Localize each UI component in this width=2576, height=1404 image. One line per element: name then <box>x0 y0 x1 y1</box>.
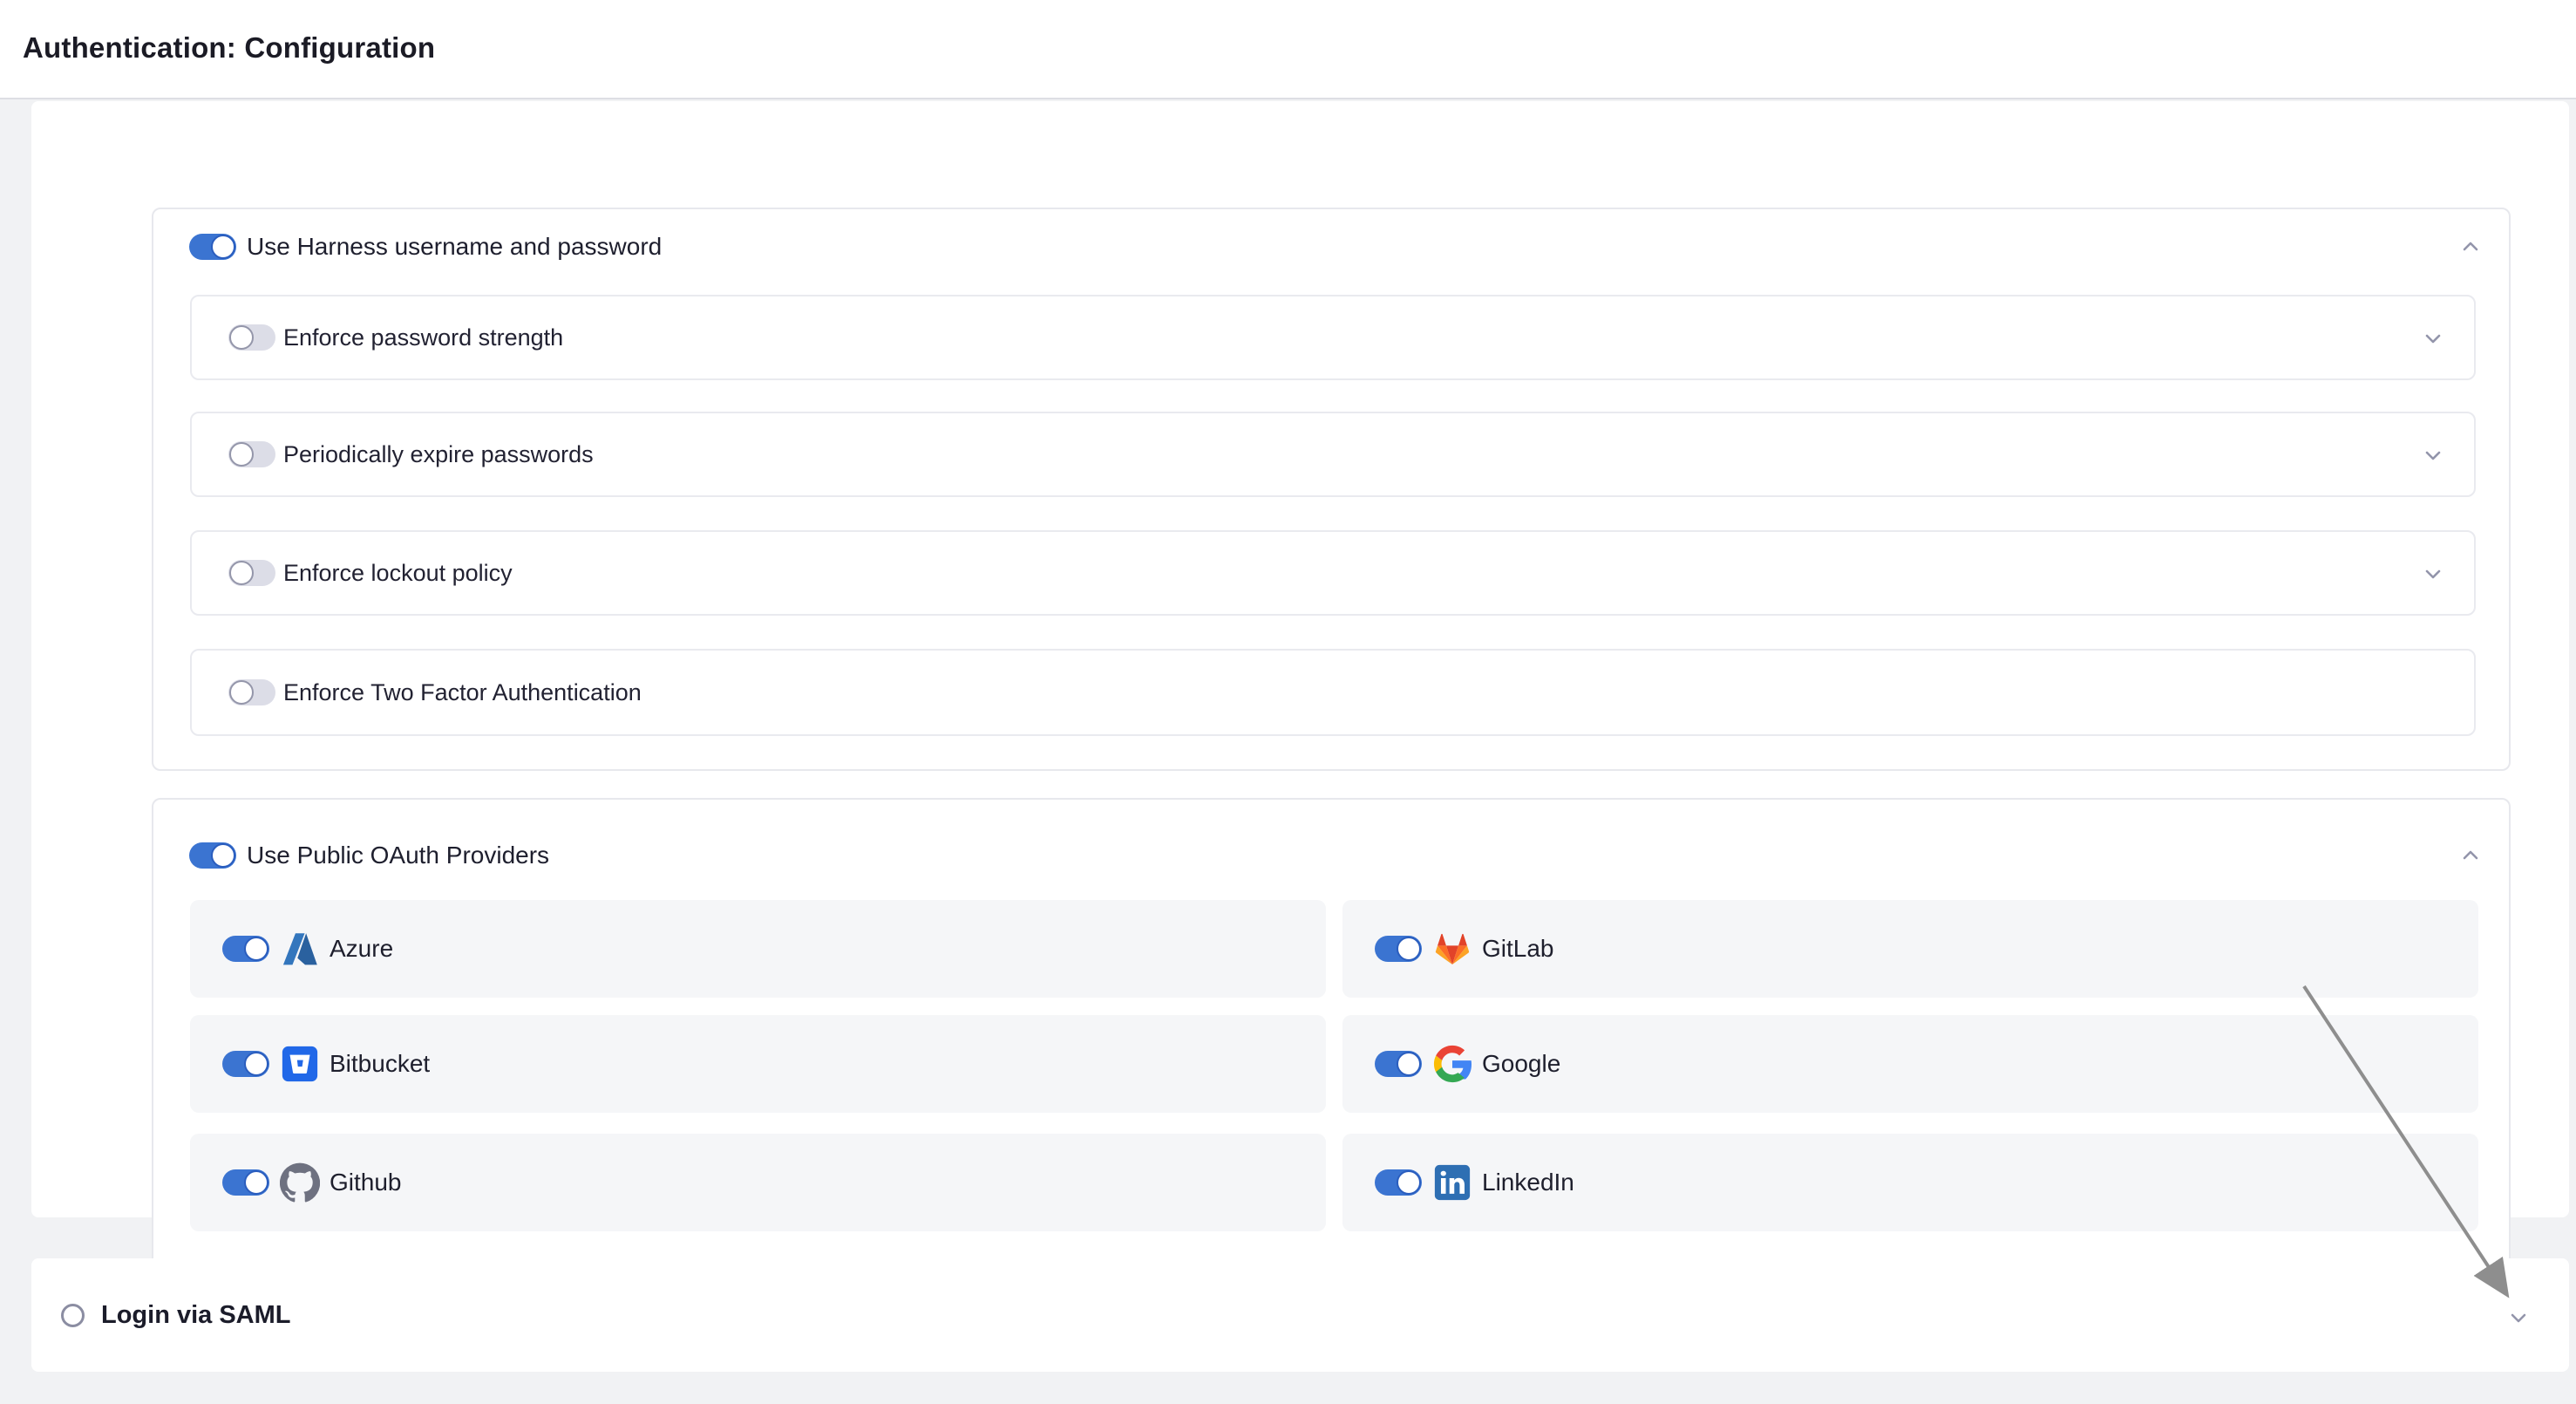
azure-label: Azure <box>330 935 393 963</box>
expire-passwords-toggle[interactable] <box>228 441 275 467</box>
provider-row-azure: Azure <box>190 900 1326 998</box>
google-label: Google <box>1482 1050 1560 1078</box>
linkedin-toggle[interactable] <box>1375 1169 1422 1196</box>
lockout-policy-label: Enforce lockout policy <box>283 560 513 587</box>
azure-icon <box>280 929 320 969</box>
username-password-label: Use Harness username and password <box>247 233 662 261</box>
google-icon <box>1432 1044 1472 1084</box>
chevron-down-icon[interactable] <box>2420 562 2446 588</box>
username-password-header: Use Harness username and password <box>153 209 2509 284</box>
provider-row-bitbucket: Bitbucket <box>190 1015 1326 1113</box>
enforce-password-strength-label: Enforce password strength <box>283 324 563 351</box>
enforce-password-strength-row[interactable]: Enforce password strength <box>190 295 2476 380</box>
github-icon <box>280 1162 320 1203</box>
chevron-down-icon[interactable] <box>2420 326 2446 352</box>
lockout-policy-row[interactable]: Enforce lockout policy <box>190 530 2476 616</box>
provider-row-linkedin: LinkedIn <box>1342 1134 2478 1231</box>
username-password-toggle[interactable] <box>189 234 236 260</box>
provider-row-google: Google <box>1342 1015 2478 1113</box>
two-factor-auth-toggle[interactable] <box>228 679 275 705</box>
azure-toggle[interactable] <box>222 936 269 962</box>
provider-row-gitlab: GitLab <box>1342 900 2478 998</box>
linkedin-label: LinkedIn <box>1482 1169 1574 1196</box>
bitbucket-icon <box>280 1044 320 1084</box>
oauth-toggle[interactable] <box>189 842 236 869</box>
bitbucket-label: Bitbucket <box>330 1050 430 1078</box>
expire-passwords-row[interactable]: Periodically expire passwords <box>190 412 2476 497</box>
chevron-up-icon[interactable] <box>2457 842 2484 869</box>
page-header: Authentication: Configuration <box>0 0 2576 99</box>
saml-section[interactable]: Login via SAML <box>31 1258 2569 1372</box>
saml-radio[interactable] <box>61 1304 85 1327</box>
oauth-label: Use Public OAuth Providers <box>247 842 549 869</box>
oauth-header: Use Public OAuth Providers <box>153 800 2509 911</box>
oauth-providers-section: Use Public OAuth Providers Azure <box>152 798 2511 1274</box>
page-title: Authentication: Configuration <box>23 31 435 65</box>
chevron-down-icon[interactable] <box>2420 443 2446 469</box>
saml-label: Login via SAML <box>101 1301 291 1330</box>
chevron-down-icon[interactable] <box>2505 1305 2532 1332</box>
gitlab-toggle[interactable] <box>1375 936 1422 962</box>
chevron-up-icon[interactable] <box>2457 234 2484 260</box>
two-factor-auth-row[interactable]: Enforce Two Factor Authentication <box>190 649 2476 736</box>
lockout-policy-toggle[interactable] <box>228 560 275 586</box>
github-toggle[interactable] <box>222 1169 269 1196</box>
auth-settings-panel: Use Harness username and password Enforc… <box>31 101 2569 1217</box>
saml-row: Login via SAML <box>31 1258 2569 1372</box>
provider-row-github: Github <box>190 1134 1326 1231</box>
expire-passwords-label: Periodically expire passwords <box>283 441 594 468</box>
username-password-section: Use Harness username and password Enforc… <box>152 208 2511 771</box>
google-toggle[interactable] <box>1375 1051 1422 1077</box>
bitbucket-toggle[interactable] <box>222 1051 269 1077</box>
github-label: Github <box>330 1169 402 1196</box>
enforce-password-strength-toggle[interactable] <box>228 324 275 351</box>
gitlab-label: GitLab <box>1482 935 1554 963</box>
two-factor-auth-label: Enforce Two Factor Authentication <box>283 679 642 706</box>
linkedin-icon <box>1432 1162 1472 1203</box>
gitlab-icon <box>1432 929 1472 969</box>
